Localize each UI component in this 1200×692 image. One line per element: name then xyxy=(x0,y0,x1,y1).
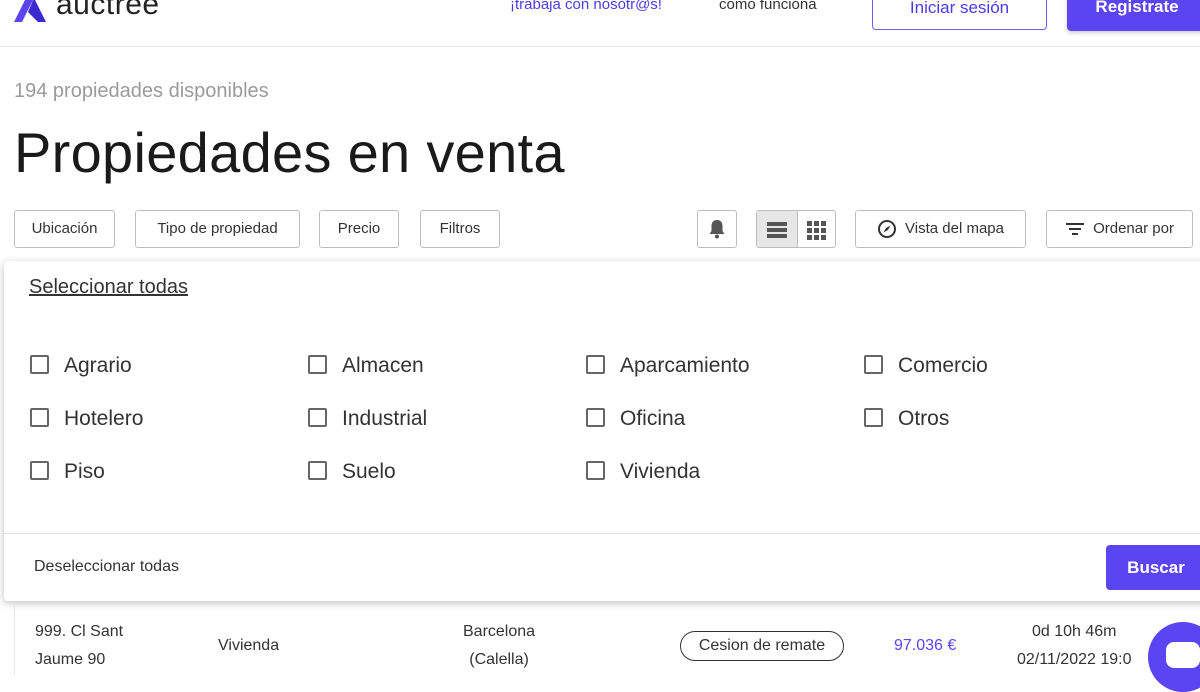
price-filter-button[interactable]: Precio xyxy=(319,210,399,248)
row-property-type: Vivienda xyxy=(218,637,280,654)
chat-icon xyxy=(1166,642,1200,668)
option-label: Vivienda xyxy=(620,460,701,483)
grid-view-icon xyxy=(807,221,826,240)
checkbox[interactable] xyxy=(308,460,327,480)
option-almacen[interactable]: Almacen xyxy=(308,354,424,378)
checkbox[interactable] xyxy=(586,460,605,480)
select-all-link[interactable]: Seleccionar todas xyxy=(29,276,188,299)
option-otros[interactable]: Otros xyxy=(864,407,949,431)
location-line: (Calella) xyxy=(469,651,529,668)
auctree-logo-icon[interactable] xyxy=(14,0,48,22)
checkbox[interactable] xyxy=(30,460,49,480)
property-type-filter-button[interactable]: Tipo de propiedad xyxy=(135,210,300,248)
checkbox[interactable] xyxy=(30,407,49,427)
checkbox[interactable] xyxy=(308,407,327,427)
more-filters-button[interactable]: Filtros xyxy=(420,210,500,248)
option-suelo[interactable]: Suelo xyxy=(308,460,396,484)
view-toggle xyxy=(756,210,836,248)
time-left: 0d 10h 46m xyxy=(1031,623,1117,640)
list-view-button[interactable] xyxy=(757,211,798,247)
option-label: Suelo xyxy=(342,460,396,483)
checkbox[interactable] xyxy=(308,354,327,374)
top-header: auctree ¡trabaja con nosotr@s! como func… xyxy=(0,0,1200,47)
nav-work-with-us-link[interactable]: ¡trabaja con nosotr@s! xyxy=(510,0,662,13)
panel-divider xyxy=(4,533,1200,534)
option-label: Otros xyxy=(898,407,950,430)
map-view-label: Vista del mapa xyxy=(905,220,1004,237)
row-address: 999. Cl Sant Jaume 90 xyxy=(35,618,123,674)
deselect-all-link[interactable]: Deseleccionar todas xyxy=(34,558,179,576)
search-button[interactable]: Buscar xyxy=(1106,545,1200,590)
sort-button[interactable]: Ordenar por xyxy=(1046,210,1193,248)
option-piso[interactable]: Piso xyxy=(30,460,105,484)
list-view-icon xyxy=(767,222,787,238)
option-vivienda[interactable]: Vivienda xyxy=(586,460,700,484)
option-aparcamiento[interactable]: Aparcamiento xyxy=(586,354,750,378)
row-price: 97.036 € xyxy=(894,637,957,654)
nav-how-it-works-link[interactable]: como funciona xyxy=(719,0,817,13)
row-location: Barcelona (Calella) xyxy=(463,618,535,674)
checkbox[interactable] xyxy=(864,354,883,374)
sort-label: Ordenar por xyxy=(1093,220,1174,237)
checkbox[interactable] xyxy=(864,407,883,427)
status-badge: Cesion de remate xyxy=(680,631,844,661)
option-oficina[interactable]: Oficina xyxy=(586,407,685,431)
login-button[interactable]: Iniciar sesión xyxy=(872,0,1047,30)
option-label: Agrario xyxy=(64,354,132,377)
option-label: Industrial xyxy=(342,407,428,430)
checkbox[interactable] xyxy=(586,407,605,427)
compass-icon xyxy=(878,220,897,239)
option-label: Aparcamiento xyxy=(620,354,750,377)
option-agrario[interactable]: Agrario xyxy=(30,354,132,378)
available-count: 194 propiedades disponibles xyxy=(14,80,269,102)
option-label: Hotelero xyxy=(64,407,144,430)
end-date: 02/11/2022 19:0 xyxy=(1017,651,1132,668)
option-label: Almacen xyxy=(342,354,424,377)
option-hotelero[interactable]: Hotelero xyxy=(30,407,143,431)
address-line: 999. Cl Sant xyxy=(35,623,124,640)
alert-button[interactable] xyxy=(697,210,737,248)
address-line: Jaume 90 xyxy=(35,651,106,668)
location-line: Barcelona xyxy=(463,623,536,640)
option-label: Comercio xyxy=(898,354,988,377)
option-label: Piso xyxy=(64,460,105,483)
location-filter-button[interactable]: Ubicación xyxy=(14,210,115,248)
option-industrial[interactable]: Industrial xyxy=(308,407,427,431)
checkbox[interactable] xyxy=(30,354,49,374)
logo-text[interactable]: auctree xyxy=(56,0,160,22)
bell-icon xyxy=(709,220,725,239)
checkbox[interactable] xyxy=(586,354,605,374)
map-view-button[interactable]: Vista del mapa xyxy=(855,210,1026,248)
page-title: Propiedades en venta xyxy=(14,121,565,184)
property-type-dropdown: Seleccionar todas Agrario Almacen Aparca… xyxy=(4,261,1200,601)
grid-view-button[interactable] xyxy=(797,211,835,247)
row-time-remaining: 0d 10h 46m 02/11/2022 19:0 xyxy=(1017,618,1131,674)
option-label: Oficina xyxy=(620,407,686,430)
option-comercio[interactable]: Comercio xyxy=(864,354,988,378)
sort-icon xyxy=(1066,223,1085,236)
register-button[interactable]: Registrate xyxy=(1067,0,1200,31)
